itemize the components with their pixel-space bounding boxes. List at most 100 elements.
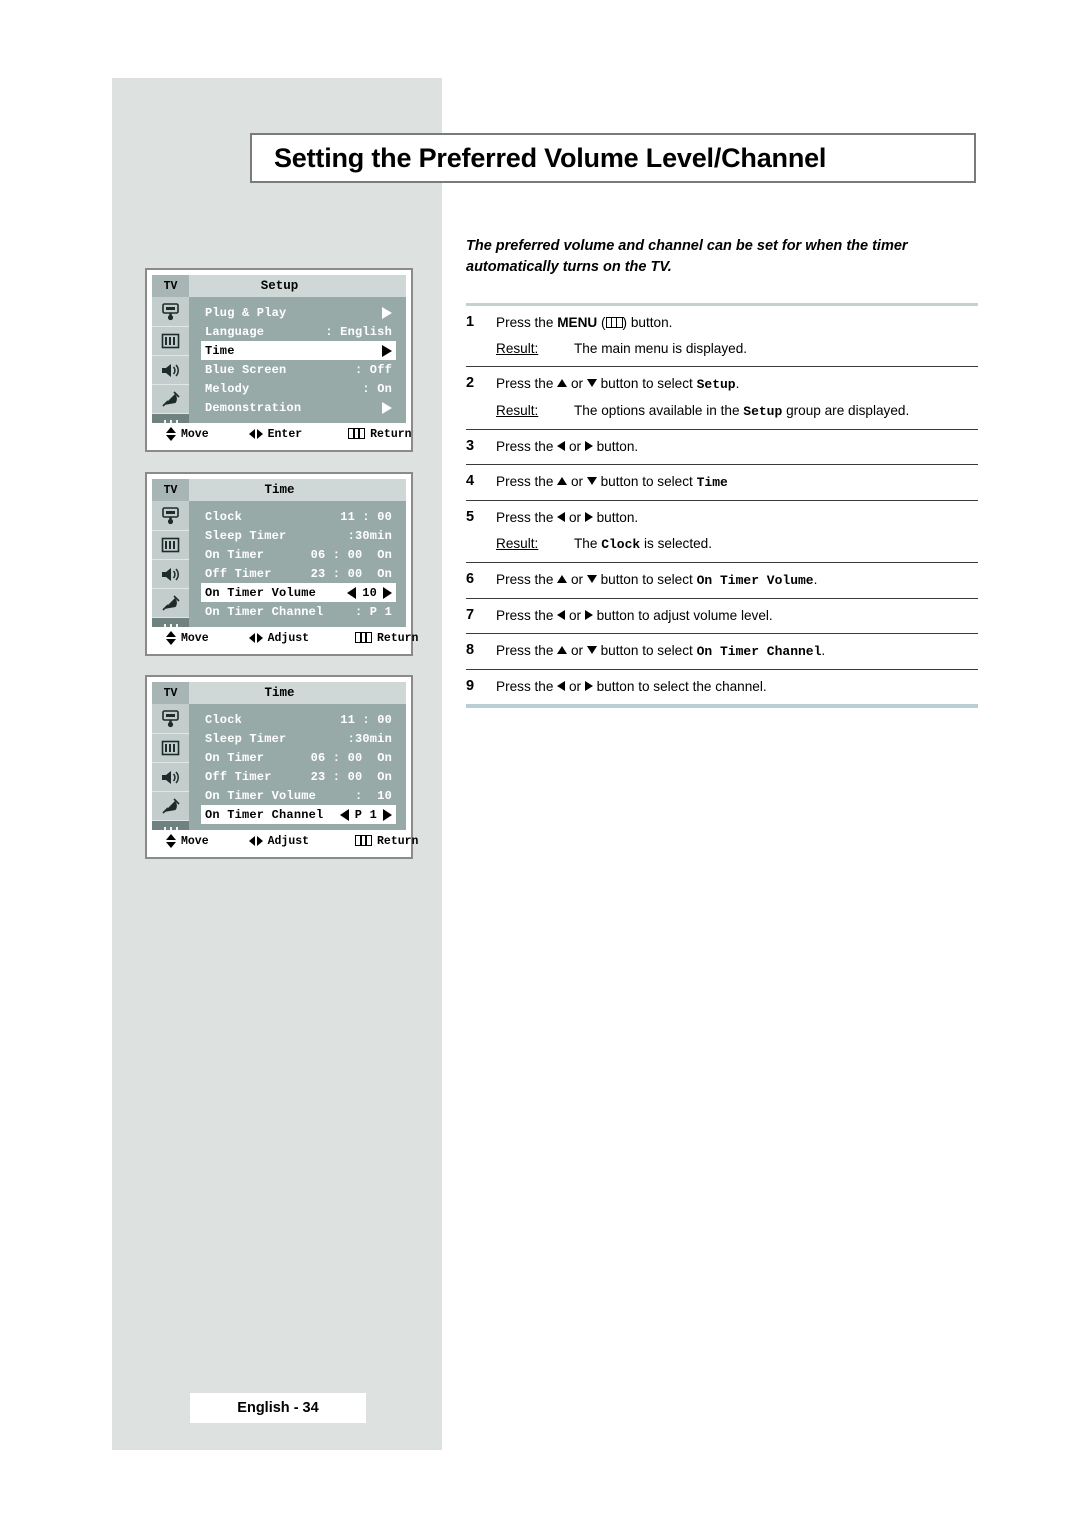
osd-header: TV Setup [152,275,406,297]
osd-footer-move-label: Move [181,427,209,441]
osd-row-label: On Timer Volume [205,585,317,600]
osd-row[interactable]: On Timer 06 : 00 On [201,545,396,564]
step-7-number: 7 [466,607,475,623]
osd-header: TV Time [152,682,406,704]
picture-icon[interactable] [152,298,189,327]
osd-row-list: Clock 11 : 00 Sleep Timer :30min On Time… [189,704,406,850]
osd-row[interactable]: Off Timer 23 : 00 On [201,767,396,786]
osd-row[interactable]: Blue Screen : Off [201,360,396,379]
osd-row-label: On Timer [205,547,265,562]
osd-adjuster[interactable]: 10 [347,586,392,600]
step-2-target: Setup [696,377,736,392]
sound-icon[interactable] [152,560,189,589]
osd-row[interactable]: Language : English [201,322,396,341]
satellite-icon[interactable] [152,792,189,821]
osd-row[interactable]: Sleep Timer :30min [201,729,396,748]
step-6-target: On Timer Volume [696,573,814,588]
intro-paragraph: The preferred volume and channel can be … [466,238,908,275]
osd-row[interactable]: Clock 11 : 00 [201,710,396,729]
step-3-number: 3 [466,438,475,454]
step-3: 3 Press the or button. [466,430,978,464]
step-8-line: 8 Press the or button to select On Timer… [466,641,978,661]
arrow-up-icon [557,477,568,486]
osd-row[interactable]: On Timer Channel : P 1 [201,602,396,621]
step-5-line: 5 Press the or button. [466,508,978,527]
osd-footer-adjust: Adjust [248,631,310,645]
osd-row-value: : On [362,381,392,396]
picture-icon[interactable] [152,502,189,531]
step-1-text-after: ) button. [622,315,673,330]
osd-row[interactable]: Melody : On [201,379,396,398]
step-7-text: Press the or button to adjust volume lev… [496,608,773,623]
osd-footer: Move Adjust Return [152,627,418,649]
osd-row-label: Sleep Timer [205,528,287,543]
step-8-text-after: . [821,643,826,658]
osd-row-selected[interactable]: On Timer Channel P 1 [201,805,396,824]
satellite-icon[interactable] [152,385,189,414]
osd-footer-return: Return [355,631,418,645]
channel-icon[interactable] [152,531,189,560]
osd-body: Clock 11 : 00 Sleep Timer :30min On Time… [152,501,406,647]
osd-row-label: Off Timer [205,566,272,581]
channel-icon[interactable] [152,734,189,763]
osd-row[interactable]: Off Timer 23 : 00 On [201,564,396,583]
arrow-left-icon [557,441,566,452]
arrow-left-icon[interactable] [339,808,349,821]
osd-title: Time [264,483,295,497]
arrow-left-icon [557,610,566,621]
osd-row-value: 11 : 00 [340,509,392,524]
osd-panel-time-volume: TV Time Clock 11: 00 Sleep Timer:30min… [145,472,418,656]
osd-row-label: Clock [205,712,243,727]
menu-icon [605,316,623,328]
osd-panel-setup: TV Setup Plug & Play Language: English … [145,268,413,452]
step-2-number: 2 [466,375,475,391]
osd-footer-adjust-label: Adjust [267,631,310,645]
picture-icon[interactable] [152,705,189,734]
osd-row-value: 11 : 00 [340,712,392,727]
up-down-arrows-icon [166,427,176,441]
osd-row-label: On Timer Channel [205,807,324,822]
left-right-arrows-icon [248,836,263,846]
osd-row-label: Time [205,343,235,358]
osd-row-label: On Timer Volume [205,788,317,803]
channel-icon[interactable] [152,327,189,356]
osd-row[interactable]: On Timer 06 : 00 On [201,748,396,767]
arrow-left-icon[interactable] [347,586,357,599]
step-5-result: Result: The Clock is selected. [466,534,978,554]
step-6-line: 6 Press the or button to select On Timer… [466,570,978,590]
osd-row[interactable]: On Timer Volume : 10 [201,786,396,805]
osd-footer-move: Move [166,834,209,848]
osd-footer-move: Move [166,427,209,441]
osd-tv-tag: TV [152,479,189,501]
sound-icon[interactable] [152,356,189,385]
steps-bottom-rule [466,704,978,708]
osd-footer-enter: Enter [248,428,302,441]
osd-adjuster[interactable]: P 1 [339,808,392,822]
chevron-right-icon [382,344,392,357]
osd-footer: Move Adjust Return [152,830,418,852]
sound-icon[interactable] [152,763,189,792]
osd-row-selected[interactable]: Time [201,341,396,360]
satellite-icon[interactable] [152,589,189,618]
osd-row[interactable]: Sleep Timer :30min [201,526,396,545]
arrow-right-icon[interactable] [383,808,392,821]
arrow-right-icon[interactable] [383,586,392,599]
step-1-result: Result: The main menu is displayed. [466,339,978,358]
osd-row-selected[interactable]: On Timer Volume 10 [201,583,396,602]
osd-row-label: Blue Screen [205,362,287,377]
osd-row[interactable]: Plug & Play [201,303,396,322]
step-5-text: Press the or button. [496,510,639,525]
step-6: 6 Press the or button to select On Timer… [466,563,978,598]
osd-footer-adjust: Adjust [248,835,309,848]
osd-row-value: : Off [354,362,392,377]
osd-row-label: Plug & Play [205,305,287,320]
arrow-up-icon [557,379,568,388]
step-2: 2 Press the or button to select Setup. R… [466,367,978,429]
step-4: 4 Press the or button to select Time [466,465,978,500]
osd-row[interactable]: Demonstration [201,398,396,417]
osd-row-label: Melody [205,381,250,396]
step-2-result-label: Result: [496,403,539,418]
osd-panel-time-channel: TV Time Clock 11: 00 Sleep Timer:30min… [145,675,418,859]
step-5-result-b: is selected. [640,536,712,551]
osd-row[interactable]: Clock 11 : 00 [201,507,396,526]
